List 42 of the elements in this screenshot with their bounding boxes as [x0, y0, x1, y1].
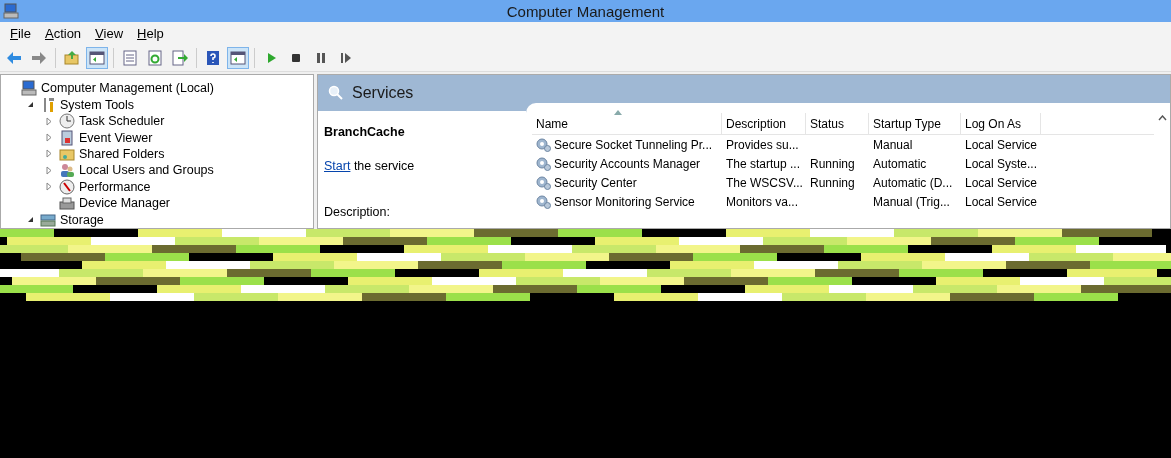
tree-item[interactable]: Performance [79, 179, 151, 194]
service-name: BranchCache [324, 125, 406, 139]
column-header[interactable]: Name [532, 113, 722, 134]
table-cell: Local Service [965, 194, 1038, 209]
column-header[interactable]: Description [722, 113, 806, 134]
tree-item[interactable]: Computer Management (Local) [41, 81, 214, 96]
tree-item[interactable]: Local Users and Groups [79, 163, 214, 178]
tree-item[interactable]: System Tools [60, 97, 135, 112]
table-cell: Local Syste... [965, 156, 1038, 171]
table-cell[interactable]: Security Accounts Manager [554, 156, 701, 171]
table-cell: Running [810, 156, 855, 171]
table-cell: Manual [873, 137, 913, 152]
start-link[interactable]: Start [324, 159, 351, 173]
menu-item[interactable]: View [89, 26, 130, 41]
menu-item[interactable]: Action [38, 26, 88, 41]
table-cell: Running [810, 175, 855, 190]
tree-item[interactable]: Storage [60, 212, 104, 227]
table-cell: Provides su... [726, 137, 799, 152]
tree-item[interactable]: Shared Folders [79, 146, 165, 161]
column-header[interactable]: Status [806, 113, 869, 134]
tree-item[interactable]: Event Viewer [79, 130, 153, 145]
table-cell: The WSCSV... [726, 175, 803, 190]
window-title: Computer Management [505, 2, 666, 20]
table-cell[interactable]: Sensor Monitoring Service [554, 194, 695, 209]
description-label: Description: [324, 205, 391, 219]
table-cell: Automatic [873, 156, 927, 171]
panel-title: Services [352, 84, 414, 102]
table-cell: Local Service [965, 175, 1038, 190]
tree-item[interactable]: Device Manager [79, 196, 170, 211]
tree-item[interactable]: Task Scheduler [79, 114, 165, 129]
menu-item[interactable]: File [4, 26, 37, 41]
table-cell: Local Service [965, 137, 1038, 152]
service-action: Start the service [324, 159, 416, 173]
table-cell: Automatic (D... [873, 175, 953, 190]
table-cell[interactable]: Secure Socket Tunneling Pr... [554, 137, 713, 152]
column-header[interactable]: Startup Type [869, 113, 961, 134]
column-header[interactable]: Log On As [961, 113, 1041, 134]
table-cell[interactable]: Security Center [554, 175, 637, 190]
table-cell: Monitors va... [726, 194, 799, 209]
menu-item[interactable]: Help [131, 26, 170, 41]
table-cell: Manual (Trig... [873, 194, 950, 209]
table-cell: The startup ... [726, 156, 801, 171]
